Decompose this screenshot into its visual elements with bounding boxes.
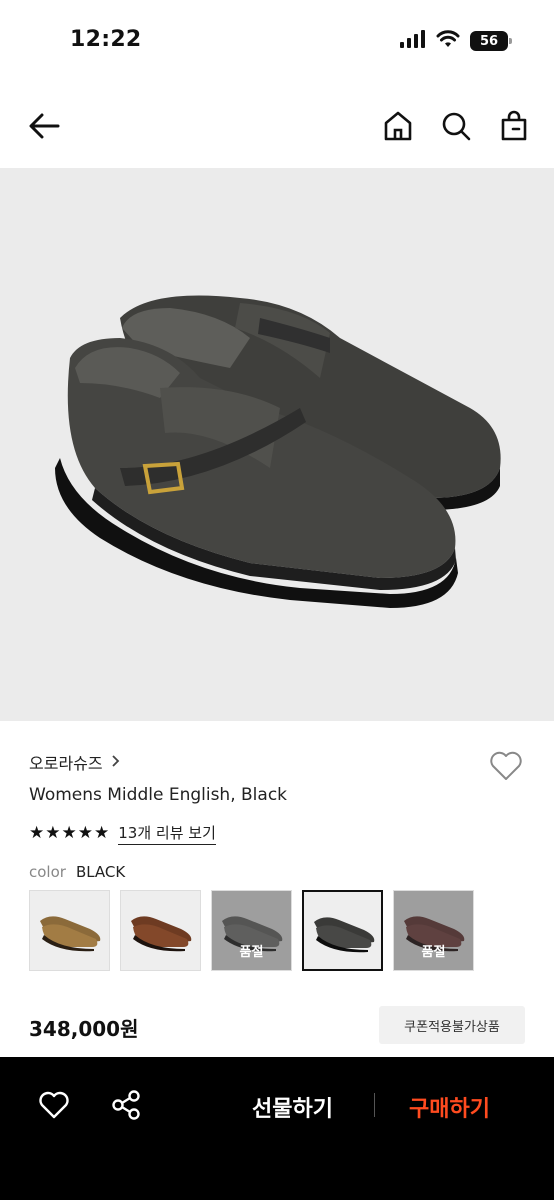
reviews-link[interactable]: 13개 리뷰 보기: [118, 822, 216, 845]
buy-button[interactable]: 구매하기: [409, 1091, 490, 1123]
battery-icon: 56: [470, 31, 512, 51]
top-nav: [0, 96, 554, 156]
coupon-badge: 쿠폰적용불가상품: [379, 1006, 525, 1044]
star-icon: ★: [94, 823, 110, 843]
product-title: Womens Middle English, Black: [29, 785, 288, 805]
share-icon[interactable]: [108, 1087, 144, 1123]
wifi-icon: [436, 30, 460, 52]
heart-icon[interactable]: [36, 1087, 72, 1123]
star-icon: ★: [77, 823, 93, 843]
star-icon: ★: [45, 823, 61, 843]
home-icon[interactable]: [382, 106, 414, 146]
brand-link[interactable]: 오로라슈즈: [29, 750, 121, 774]
arrow-left-icon[interactable]: [24, 106, 64, 146]
shopping-bag-icon[interactable]: [498, 106, 530, 146]
color-label: color: [29, 863, 66, 881]
heart-icon[interactable]: [488, 748, 524, 784]
chevron-right-icon: [111, 753, 121, 772]
swatch-burgundy[interactable]: 품절: [393, 890, 474, 971]
status-icons: 56: [400, 30, 512, 52]
product-image[interactable]: [0, 168, 554, 721]
sold-out-label: 품절: [239, 945, 264, 960]
brand-name: 오로라슈즈: [29, 754, 103, 773]
search-icon[interactable]: [440, 106, 472, 146]
status-bar: 12:22 56: [0, 0, 554, 84]
color-swatches: 품절 품절: [29, 890, 474, 971]
gift-button[interactable]: 선물하기: [252, 1091, 333, 1123]
swatch-black[interactable]: [302, 890, 383, 971]
star-icon: ★: [61, 823, 77, 843]
color-value: BLACK: [75, 863, 126, 881]
bottom-action-bar: 선물하기 구매하기: [0, 1057, 554, 1200]
rating-stars: ★ ★ ★ ★ ★: [29, 825, 109, 842]
status-time: 12:22: [70, 27, 142, 52]
swatch-brown[interactable]: [120, 890, 201, 971]
divider: [374, 1093, 375, 1117]
sold-out-label: 품절: [421, 945, 446, 960]
signal-icon: [400, 30, 426, 52]
color-row: color BLACK: [29, 863, 125, 881]
price: 348,000원: [29, 1017, 139, 1041]
swatch-tan[interactable]: [29, 890, 110, 971]
star-icon: ★: [29, 823, 45, 843]
swatch-grey[interactable]: 품절: [211, 890, 292, 971]
review-row: ★ ★ ★ ★ ★ 13개 리뷰 보기: [29, 822, 216, 845]
